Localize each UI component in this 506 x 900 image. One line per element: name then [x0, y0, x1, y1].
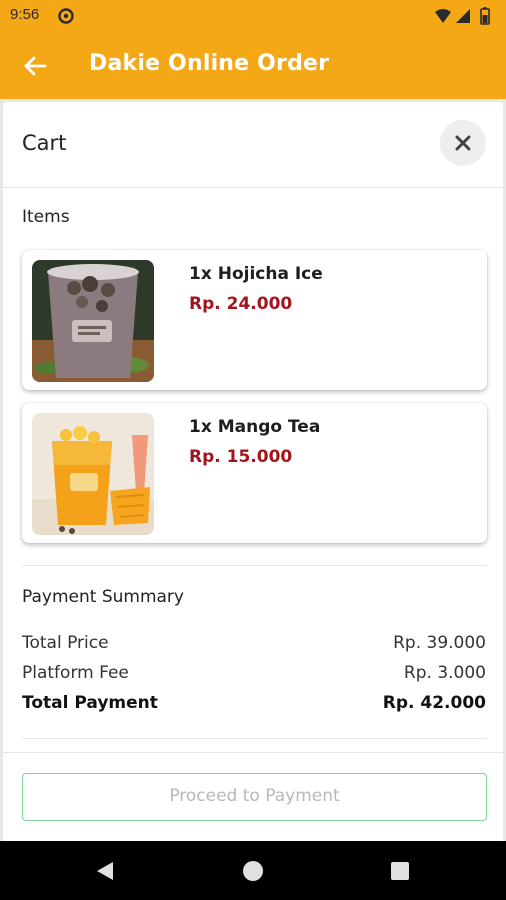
arrow-left-icon[interactable] — [22, 53, 48, 79]
footer-divider — [3, 752, 503, 753]
item-name: 1x Hojicha Ice — [189, 264, 323, 284]
mango-tea-drink-photo — [32, 413, 154, 535]
item-price: Rp. 24.000 — [189, 294, 293, 314]
item-price: Rp. 15.000 — [189, 447, 293, 467]
app-bar: Dakie Online Order — [0, 33, 506, 99]
total-payment-label: Total Payment — [22, 693, 158, 713]
close-icon — [455, 135, 471, 151]
cart-header: Cart — [3, 102, 503, 188]
system-nav-bar — [0, 841, 506, 900]
nav-back-icon[interactable] — [96, 861, 114, 881]
status-icons — [435, 7, 490, 25]
cart-item-card[interactable]: 1x Hojicha Ice Rp. 24.000 — [22, 250, 487, 390]
cart-sheet: Cart Items 1x Hojicha Ice Rp. 24.000 1x … — [3, 102, 503, 841]
payment-summary-title: Payment Summary — [22, 587, 184, 607]
section-divider — [22, 565, 487, 566]
nav-home-icon[interactable] — [243, 861, 263, 881]
total-payment-value: Rp. 42.000 — [382, 693, 486, 713]
status-bar: 9:56 — [0, 0, 506, 33]
platform-fee-value: Rp. 3.000 — [403, 663, 486, 683]
item-name: 1x Mango Tea — [189, 417, 321, 437]
platform-fee-label: Platform Fee — [22, 663, 129, 683]
wifi-icon — [435, 9, 451, 23]
battery-icon — [480, 7, 490, 25]
status-time: 9:56 — [10, 6, 40, 23]
app-title: Dakie Online Order — [89, 51, 330, 76]
total-price-label: Total Price — [22, 633, 109, 653]
nav-recents-icon[interactable] — [391, 862, 409, 880]
app-notification-icon — [58, 8, 74, 24]
hojicha-ice-drink-photo — [32, 260, 154, 382]
cart-title: Cart — [22, 131, 67, 155]
total-price-value: Rp. 39.000 — [393, 633, 486, 653]
section-divider — [22, 738, 487, 739]
signal-icon — [456, 9, 470, 23]
proceed-to-payment-button[interactable]: Proceed to Payment — [22, 773, 487, 821]
close-button[interactable] — [440, 120, 486, 166]
cart-item-card[interactable]: 1x Mango Tea Rp. 15.000 — [22, 403, 487, 543]
items-label: Items — [22, 207, 70, 227]
